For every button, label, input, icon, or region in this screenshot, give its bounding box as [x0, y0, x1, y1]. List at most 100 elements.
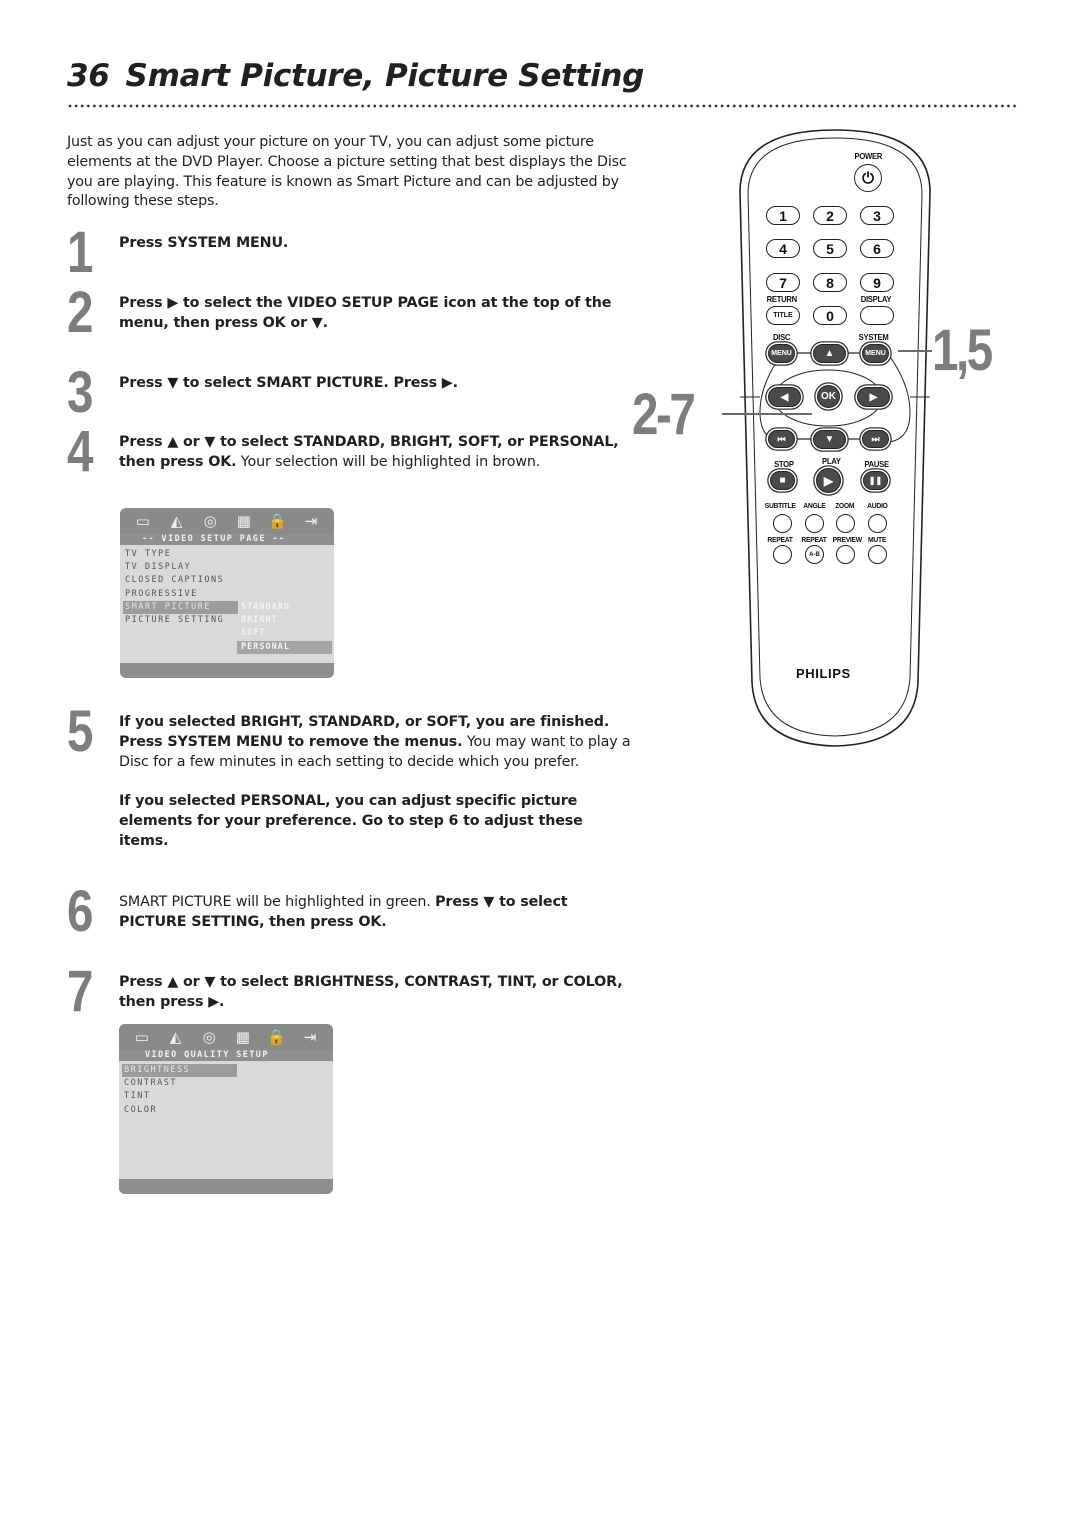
pause-icon: ❚❚	[868, 476, 883, 485]
step-instruction: Press ▲ or ▼ to select BRIGHTNESS, CONTR…	[119, 972, 634, 1012]
audio-label: AUDIO	[867, 501, 888, 510]
preview-button[interactable]	[836, 545, 855, 564]
step-text: Press ▼ to select SMART PICTURE. Press ▶…	[119, 373, 634, 393]
up-arrow-icon: ▲	[824, 348, 835, 359]
exit-icon: ⇥	[303, 1028, 317, 1046]
step-text: SMART PICTURE will be highlighted in gre…	[119, 892, 634, 932]
digit-8-button[interactable]: 8	[813, 273, 847, 292]
step-number: 4	[67, 419, 93, 484]
right-button[interactable]: ▶	[857, 387, 890, 407]
stop-button[interactable]: ■	[770, 471, 795, 490]
title-button[interactable]: TITLE	[766, 306, 800, 325]
osd-menu-item[interactable]: PROGRESSIVE	[123, 588, 238, 601]
osd-menu-item[interactable]: COLOR	[122, 1104, 237, 1117]
down-arrow-icon: ▼	[824, 434, 835, 445]
step-number: 1	[67, 220, 93, 285]
osd-sub-option[interactable]: BRIGHT	[237, 614, 332, 627]
previous-button[interactable]: ⏮	[768, 430, 795, 448]
pause-button[interactable]: ❚❚	[863, 471, 888, 490]
step-instruction-bold: Press ▼ to select SMART PICTURE. Press ▶…	[119, 375, 458, 391]
up-button[interactable]: ▲	[813, 344, 846, 363]
subtitle-label: SUBTITLE	[764, 501, 796, 510]
disc-menu-button[interactable]: MENU	[768, 344, 795, 363]
step-instruction-note: SMART PICTURE will be highlighted in gre…	[119, 894, 436, 910]
repeat-ab-label: REPEAT	[801, 535, 827, 544]
osd-footer-bar	[120, 663, 334, 678]
osd-header: VIDEO QUALITY SETUP	[119, 1050, 333, 1061]
osd-menu-item[interactable]: CONTRAST	[122, 1077, 237, 1090]
digit-6-button[interactable]: 6	[860, 239, 894, 258]
osd-menu-item[interactable]: TV DISPLAY	[123, 561, 238, 574]
left-arrow-icon: ◀	[780, 391, 789, 403]
step-instruction-note: Your selection will be highlighted in br…	[236, 454, 541, 470]
play-button[interactable]: ▶	[816, 468, 841, 493]
next-button[interactable]: ⏭	[862, 430, 889, 448]
repeat-ab-button[interactable]: A-B	[805, 545, 824, 564]
osd-menu-item[interactable]: CLOSED CAPTIONS	[123, 574, 238, 587]
osd-menu-item[interactable]: SMART PICTURE	[123, 600, 238, 614]
osd-menu-item[interactable]: BRIGHTNESS	[122, 1064, 237, 1078]
step-instruction: Press ▶ to select the VIDEO SETUP PAGE i…	[119, 293, 634, 333]
osd-icon-bar: ▭ ◭ ◎ ▦ 🔒 ⇥	[120, 508, 334, 534]
tv-screen-icon: ▭	[135, 512, 150, 530]
osd-menu-item[interactable]: TV TYPE	[123, 548, 238, 561]
osd-menu-item[interactable]: TINT	[122, 1090, 237, 1103]
step-number: 3	[67, 360, 93, 425]
step-instruction: SMART PICTURE will be highlighted in gre…	[119, 892, 634, 932]
digit-2-button[interactable]: 2	[813, 206, 847, 225]
dotted-divider	[67, 104, 1017, 108]
left-button[interactable]: ◀	[768, 387, 801, 407]
step-instruction: Press ▲ or ▼ to select STANDARD, BRIGHT,…	[119, 432, 634, 472]
step-number: 6	[67, 879, 93, 944]
osd-sub-options: STANDARD BRIGHT SOFT PERSONAL	[237, 601, 332, 654]
repeat-button[interactable]	[773, 545, 792, 564]
return-label: RETURN	[766, 294, 798, 304]
display-button[interactable]	[860, 306, 894, 325]
picture-icon: ▦	[236, 512, 251, 530]
power-button[interactable]: ⏻	[854, 164, 882, 192]
digit-1-button[interactable]: 1	[766, 206, 800, 225]
callout-steps-1-5: 1,5	[932, 318, 993, 383]
page-number: 36	[67, 58, 110, 94]
step-text: If you selected BRIGHT, STANDARD, or SOF…	[119, 712, 634, 851]
power-icon: ⏻	[862, 169, 874, 187]
step-number: 5	[67, 699, 93, 764]
display-label: DISPLAY	[860, 294, 892, 304]
osd-sub-option[interactable]: SOFT	[237, 627, 332, 640]
step-instruction: If you selected BRIGHT, STANDARD, or SOF…	[119, 712, 634, 772]
step-instruction-bold: Press SYSTEM MENU.	[119, 235, 289, 251]
stop-icon: ■	[779, 475, 786, 486]
disc-icon: ◎	[202, 1028, 216, 1046]
digit-4-button[interactable]: 4	[766, 239, 800, 258]
subtitle-button[interactable]	[773, 514, 792, 533]
power-label: POWER	[854, 151, 883, 161]
osd-menu-item[interactable]: PICTURE SETTING	[123, 614, 238, 627]
audio-button[interactable]	[868, 514, 887, 533]
osd-footer-bar	[119, 1179, 333, 1194]
step-text: Press ▲ or ▼ to select STANDARD, BRIGHT,…	[119, 432, 634, 472]
disc-label: DISC	[772, 332, 791, 342]
right-arrow-icon: ▶	[869, 391, 878, 403]
angle-button[interactable]	[805, 514, 824, 533]
osd-sub-option[interactable]: STANDARD	[237, 601, 332, 614]
step-instruction: Press ▼ to select SMART PICTURE. Press ▶…	[119, 373, 634, 393]
system-menu-button[interactable]: MENU	[862, 344, 889, 363]
digit-3-button[interactable]: 3	[860, 206, 894, 225]
ok-button[interactable]: OK	[817, 385, 840, 408]
callout-line-navigation	[722, 413, 812, 415]
zoom-button[interactable]	[836, 514, 855, 533]
mute-button[interactable]	[868, 545, 887, 564]
osd-video-setup-page: ▭ ◭ ◎ ▦ 🔒 ⇥ -- VIDEO SETUP PAGE -- TV TY…	[120, 508, 334, 678]
digit-9-button[interactable]: 9	[860, 273, 894, 292]
osd-header: -- VIDEO SETUP PAGE --	[120, 534, 334, 545]
digit-5-button[interactable]: 5	[813, 239, 847, 258]
pause-label: PAUSE	[864, 459, 889, 469]
repeat-label: REPEAT	[767, 535, 793, 544]
mute-label: MUTE	[868, 535, 887, 544]
step-5-personal-note: If you selected PERSONAL, you can adjust…	[119, 793, 583, 849]
digit-7-button[interactable]: 7	[766, 273, 800, 292]
digit-0-button[interactable]: 0	[813, 306, 847, 325]
callout-steps-2-7: 2-7	[632, 382, 696, 447]
osd-sub-option[interactable]: PERSONAL	[237, 640, 332, 654]
down-button[interactable]: ▼	[813, 430, 846, 449]
